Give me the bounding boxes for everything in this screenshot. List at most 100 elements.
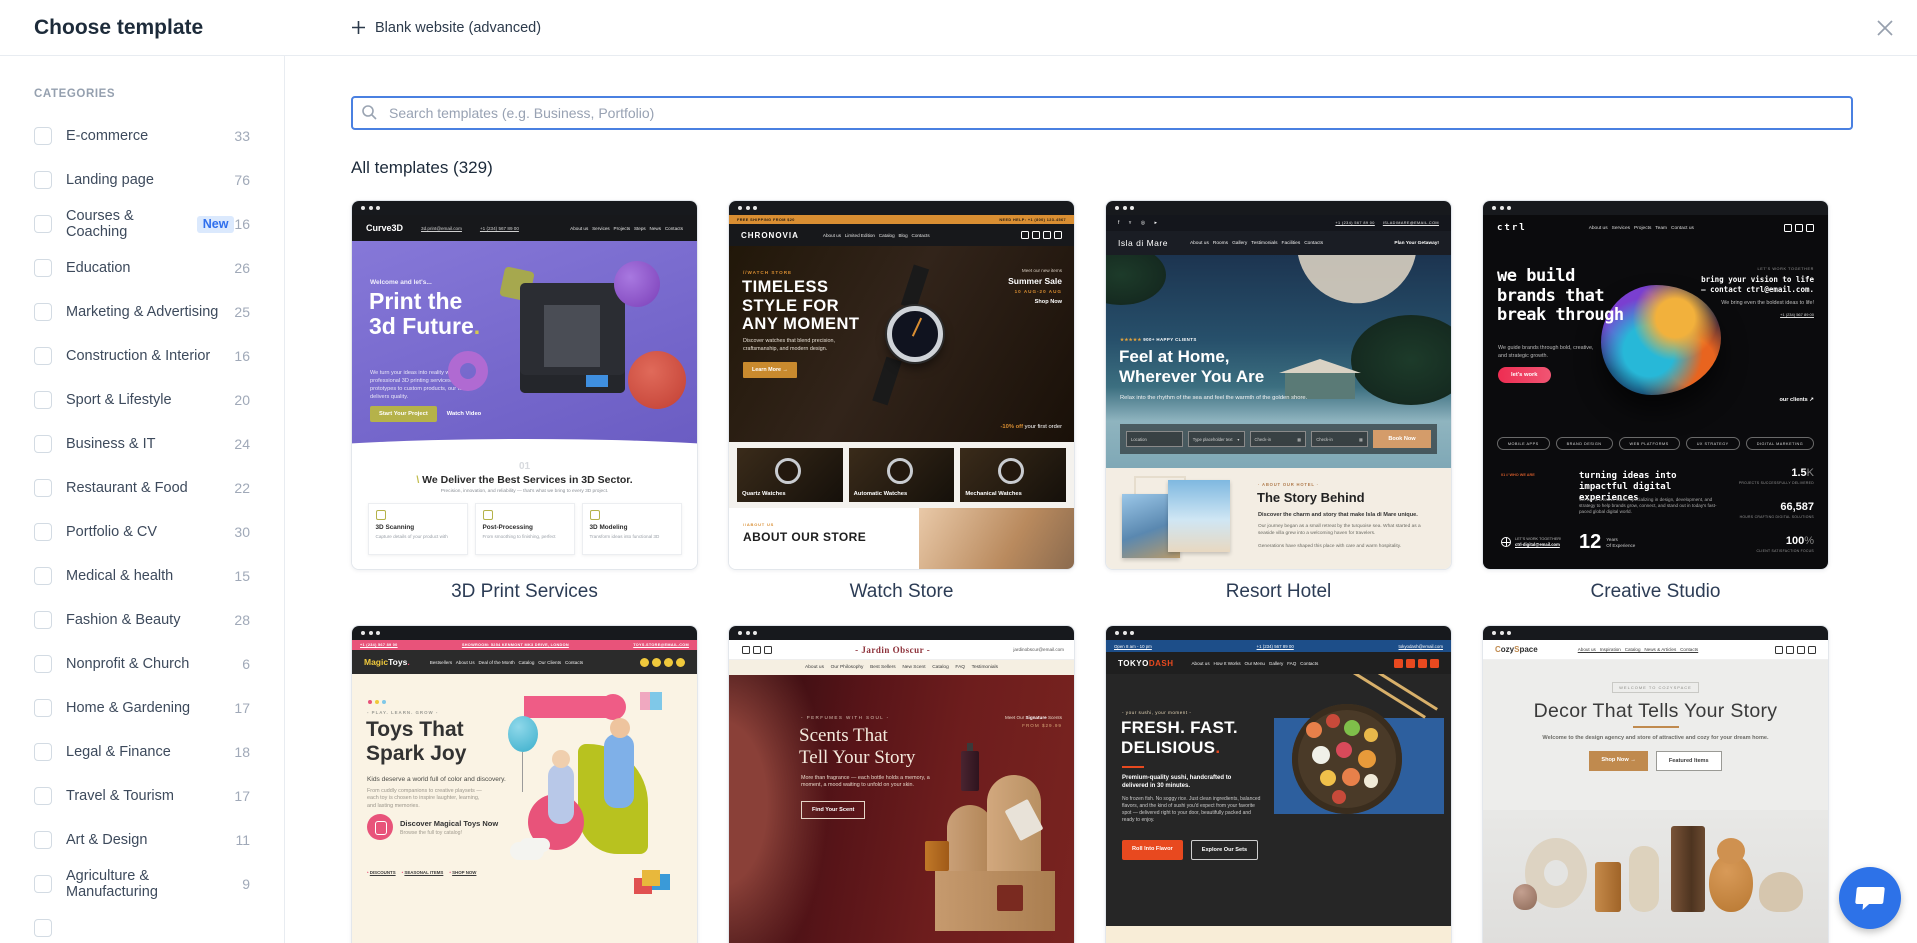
mini-graphic xyxy=(961,751,979,791)
mini-feature: 3D ModelingTransform ideas into function… xyxy=(582,503,682,555)
template-card[interactable]: +1 (234) 567 89 00 SHOWROOM: 5254 KENMON… xyxy=(351,625,698,943)
browser-chrome xyxy=(1106,201,1451,215)
checkbox[interactable] xyxy=(34,259,52,277)
category-item[interactable]: Education26 xyxy=(34,246,250,290)
mini-divider xyxy=(1122,766,1144,768)
template-card[interactable]: f ʏ ◎ ▸ +1 (234) 567 89 00 ISLADIMARE@EM… xyxy=(1105,200,1452,603)
mini-heading: Print the3d Future. xyxy=(369,289,480,339)
mini-accent xyxy=(1633,726,1679,728)
twitter-icon xyxy=(1054,231,1062,239)
mini-heading: we buildbrands thatbreak through xyxy=(1497,267,1624,326)
search-input[interactable] xyxy=(351,96,1853,130)
mini-email: tokyodash@email.com xyxy=(1399,644,1443,649)
checkbox[interactable] xyxy=(34,831,52,849)
mini-nav: About us Our Philosophy Best Sellers New… xyxy=(729,660,1074,675)
category-item[interactable]: Courses & CoachingNew16 xyxy=(34,202,250,246)
mini-phone: +1 (234) 567 89 00 xyxy=(1257,644,1294,649)
category-item[interactable]: Home & Gardening17 xyxy=(34,686,250,730)
template-thumbnail: +1 (234) 567 89 00 SHOWROOM: 5254 KENMON… xyxy=(351,625,698,943)
checkbox[interactable] xyxy=(34,919,52,937)
mini-graphic xyxy=(1483,810,1828,943)
browser-chrome xyxy=(352,626,697,640)
mini-graphic xyxy=(524,696,606,718)
category-item[interactable]: Agriculture & Manufacturing9 xyxy=(34,862,250,906)
template-name: 3D Print Services xyxy=(351,581,698,603)
category-item[interactable]: Medical & health15 xyxy=(34,554,250,598)
category-item[interactable]: Sport & Lifestyle20 xyxy=(34,378,250,422)
instagram-icon xyxy=(1786,646,1794,654)
checkbox[interactable] xyxy=(34,347,52,365)
category-item[interactable]: Landing page76 xyxy=(34,158,250,202)
mini-cta: Book Now xyxy=(1373,430,1431,448)
youtube-icon xyxy=(676,658,685,667)
checkbox[interactable] xyxy=(34,567,52,585)
checkbox[interactable] xyxy=(34,699,52,717)
checkbox[interactable] xyxy=(34,655,52,673)
template-thumbnail: f ʏ ◎ ▸ +1 (234) 567 89 00 ISLADIMARE@EM… xyxy=(1105,200,1452,570)
mini-tag: BRAND DESIGN xyxy=(1556,437,1613,450)
mini-graphic xyxy=(552,750,570,768)
social-icons xyxy=(1391,659,1439,668)
mini-about-title: ABOUT OUR STORE xyxy=(743,530,919,544)
mini-chip: WELCOME TO COZYSPACE xyxy=(1612,682,1699,693)
mini-logo: ctrl xyxy=(1497,223,1527,233)
checkbox[interactable] xyxy=(34,215,52,233)
category-item[interactable]: Travel & Tourism17 xyxy=(34,774,250,818)
checkbox[interactable] xyxy=(34,743,52,761)
category-item[interactable]: Construction & Interior16 xyxy=(34,334,250,378)
checkbox[interactable] xyxy=(34,875,52,893)
mini-stat: 100%CLIENT SATISFACTION FOCUS xyxy=(1757,535,1815,553)
mini-tag: DIGITAL MARKETING xyxy=(1746,437,1814,450)
category-item[interactable]: Business & IT24 xyxy=(34,422,250,466)
checkbox[interactable] xyxy=(34,303,52,321)
facebook-icon xyxy=(1394,659,1403,668)
mini-logo: MagicToys. xyxy=(364,657,410,667)
checkbox[interactable] xyxy=(34,611,52,629)
chat-widget-button[interactable] xyxy=(1839,867,1901,929)
checkbox[interactable] xyxy=(34,171,52,189)
category-item[interactable]: Restaurant & Food22 xyxy=(34,466,250,510)
mini-stat: 66,587HOURS CRAFTING DIGITAL SOLUTIONS xyxy=(1740,501,1814,519)
mini-graphic xyxy=(640,692,662,710)
browser-chrome xyxy=(729,626,1074,640)
checkbox[interactable] xyxy=(34,127,52,145)
mini-tile: Automatic Watches xyxy=(849,448,955,502)
checkbox[interactable] xyxy=(34,391,52,409)
template-card[interactable]: FREE SHIPPING FROM $20NEED HELP: +1 (800… xyxy=(728,200,1075,603)
mini-eyebrow: //WATCH STORE xyxy=(743,270,792,275)
mini-cta-secondary: Watch Video xyxy=(447,411,481,417)
category-item[interactable]: E-commerce33 xyxy=(34,114,250,158)
category-item[interactable]: Legal & Finance18 xyxy=(34,730,250,774)
browser-chrome xyxy=(1483,626,1828,640)
category-item[interactable]: Nonprofit & Church6 xyxy=(34,642,250,686)
template-card[interactable]: ctrl About us Services Projects Team Con… xyxy=(1482,200,1829,603)
category-item[interactable]: Fashion & Beauty28 xyxy=(34,598,250,642)
mini-cta: Learn More → xyxy=(743,362,797,378)
checkbox[interactable] xyxy=(34,787,52,805)
category-item[interactable]: Portfolio & CV30 xyxy=(34,510,250,554)
mini-graphic xyxy=(1297,255,1424,311)
template-card[interactable]: - Jardin Obscur - jardinobscur@email.com… xyxy=(728,625,1075,943)
template-card[interactable]: CozySpace About us Inspiration Catalog N… xyxy=(1482,625,1829,943)
mini-offer: -10% off your first order xyxy=(1000,424,1062,430)
mini-contact-email: LET'S WORK TOGETHER!ctrl-digital@email.c… xyxy=(1501,537,1561,547)
template-name: Watch Store xyxy=(728,581,1075,603)
mini-paragraph: Our journey began as a small retreat by … xyxy=(1258,524,1428,537)
checkbox[interactable] xyxy=(34,523,52,541)
checkbox[interactable] xyxy=(34,479,52,497)
category-item[interactable] xyxy=(34,906,250,943)
mini-paragraph: Generations have shaped this place with … xyxy=(1258,544,1428,551)
category-item[interactable]: Art & Design11 xyxy=(34,818,250,862)
mini-eyebrow: Welcome and let's... xyxy=(370,279,432,286)
mini-photo xyxy=(1168,480,1230,552)
mini-tag: UX STRATEGY xyxy=(1686,437,1740,450)
close-icon[interactable] xyxy=(1875,18,1895,38)
checkbox[interactable] xyxy=(34,435,52,453)
template-card[interactable]: Open 8 am - 10 pm +1 (234) 567 89 00 tok… xyxy=(1105,625,1452,943)
mini-field: Check-in▦ xyxy=(1311,431,1368,447)
blank-website-button[interactable]: Blank website (advanced) xyxy=(351,20,541,36)
mini-field: Check-in▦ xyxy=(1250,431,1307,447)
category-item[interactable]: Marketing & Advertising25 xyxy=(34,290,250,334)
template-card[interactable]: Curve3D 3d.print@email.com +1 (234) 567 … xyxy=(351,200,698,603)
feature-icon xyxy=(376,510,386,520)
